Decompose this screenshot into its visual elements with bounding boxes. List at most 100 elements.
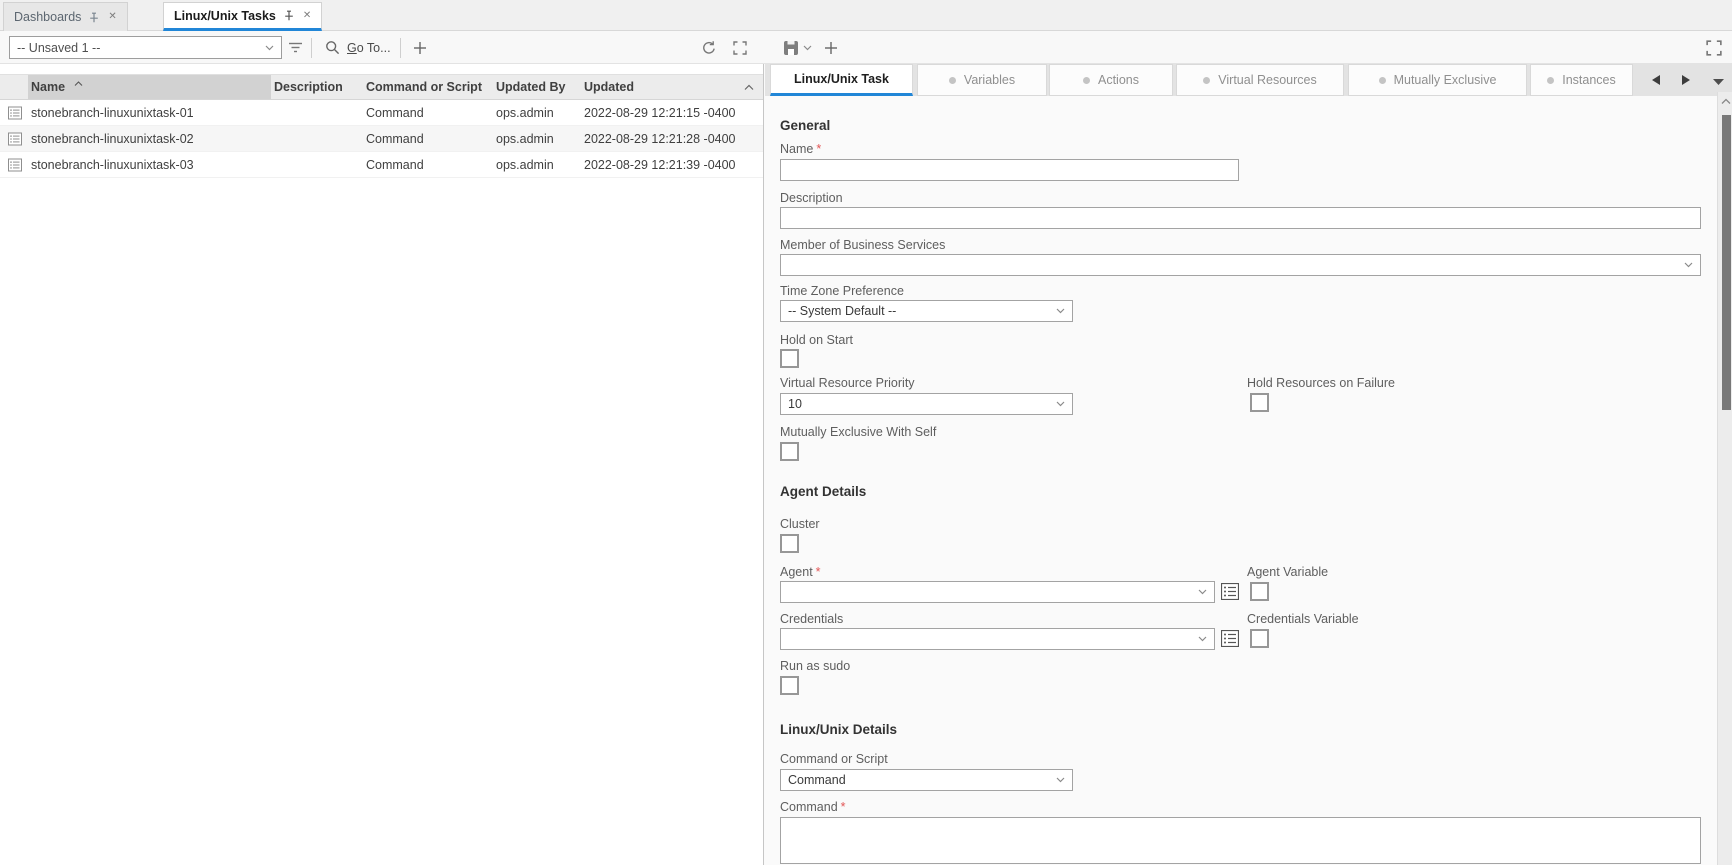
tabs-scroll-left-button[interactable] <box>1644 64 1668 96</box>
chevron-down-icon <box>1198 589 1207 595</box>
fullscreen-icon <box>733 41 747 55</box>
sort-ascending-icon <box>74 81 83 87</box>
filter-icon <box>288 42 303 53</box>
chevron-down-icon <box>1056 401 1065 407</box>
member-of-business-services-select[interactable] <box>780 254 1701 276</box>
tab-status-dot <box>1379 77 1386 84</box>
agent-variable-label: Agent Variable <box>1247 565 1328 579</box>
scroll-up-icon[interactable] <box>1721 98 1731 105</box>
member-of-business-services-label: Member of Business Services <box>780 238 945 252</box>
cell-name: stonebranch-linuxunixtask-03 <box>31 158 194 172</box>
agent-variable-checkbox[interactable] <box>1250 582 1269 601</box>
filter-button[interactable] <box>288 31 303 64</box>
agent-select[interactable] <box>780 581 1215 603</box>
tab-virtual-resources[interactable]: Virtual Resources <box>1176 64 1344 96</box>
chevron-down-icon <box>1056 308 1065 314</box>
toolbar-separator <box>311 38 312 58</box>
chevron-down-icon <box>1198 636 1207 642</box>
maximize-detail-button[interactable] <box>1706 40 1722 56</box>
run-as-sudo-checkbox[interactable] <box>780 676 799 695</box>
refresh-button[interactable] <box>701 31 717 64</box>
tab-mutually-exclusive[interactable]: Mutually Exclusive <box>1348 64 1527 96</box>
task-details-icon[interactable] <box>8 158 22 171</box>
tab-linux-unix-tasks[interactable]: Linux/Unix Tasks ✕ <box>163 2 322 31</box>
cell-name: stonebranch-linuxunixtask-01 <box>31 106 194 120</box>
command-or-script-select[interactable]: Command <box>780 769 1073 791</box>
application-window: Dashboards ✕ Linux/Unix Tasks ✕ -- Unsav… <box>0 0 1732 865</box>
column-header-command-or-script[interactable]: Command or Script <box>366 80 482 94</box>
tab-dashboards[interactable]: Dashboards ✕ <box>3 2 128 31</box>
expand-list-button[interactable] <box>733 31 747 64</box>
hold-resources-on-failure-checkbox[interactable] <box>1250 393 1269 412</box>
close-icon[interactable]: ✕ <box>108 12 116 22</box>
credentials-select[interactable] <box>780 628 1215 650</box>
window-tab-bar: Dashboards ✕ Linux/Unix Tasks ✕ <box>0 0 1732 31</box>
table-row[interactable]: stonebranch-linuxunixtask-03 Command ops… <box>0 152 763 178</box>
name-input[interactable] <box>780 159 1239 181</box>
tab-actions[interactable]: Actions <box>1049 64 1173 96</box>
collapse-header-icon[interactable] <box>744 84 754 91</box>
task-details-icon[interactable] <box>8 132 22 145</box>
table-row[interactable]: stonebranch-linuxunixtask-01 Command ops… <box>0 100 763 126</box>
tab-label: Instances <box>1562 73 1616 87</box>
column-header-updated[interactable]: Updated <box>584 80 634 94</box>
plus-icon <box>824 41 838 55</box>
close-icon[interactable]: ✕ <box>303 11 311 21</box>
time-zone-preference-label: Time Zone Preference <box>780 284 904 298</box>
cell-name: stonebranch-linuxunixtask-02 <box>31 132 194 146</box>
tab-label: Variables <box>964 73 1015 87</box>
section-general: General <box>780 118 830 133</box>
tab-variables[interactable]: Variables <box>917 64 1047 96</box>
new-record-button[interactable] <box>824 31 838 64</box>
tabs-overflow-button[interactable] <box>1706 74 1730 90</box>
time-zone-preference-select[interactable]: -- System Default -- <box>780 300 1073 322</box>
tab-linux-unix-task[interactable]: Linux/Unix Task <box>770 64 913 96</box>
task-details-icon[interactable] <box>8 106 22 119</box>
triangle-left-icon <box>1651 74 1661 86</box>
chevron-down-icon <box>1684 262 1693 268</box>
table-row[interactable]: stonebranch-linuxunixtask-02 Command ops… <box>0 126 763 152</box>
credentials-lookup-button[interactable] <box>1221 630 1239 647</box>
new-filter-button[interactable] <box>413 31 427 64</box>
column-header-description[interactable]: Description <box>274 80 343 94</box>
pin-icon[interactable] <box>89 12 99 23</box>
credentials-variable-checkbox[interactable] <box>1250 629 1269 648</box>
tabs-scroll-right-button[interactable] <box>1674 64 1698 96</box>
cell-updated: 2022-08-29 12:21:28 -0400 <box>584 132 736 146</box>
command-textarea[interactable] <box>780 817 1701 864</box>
agent-lookup-button[interactable] <box>1221 583 1239 600</box>
virtual-resource-priority-select[interactable]: 10 <box>780 393 1073 415</box>
agent-label: Agent* <box>780 565 821 579</box>
pin-icon[interactable] <box>284 10 294 21</box>
tab-instances[interactable]: Instances <box>1530 64 1633 96</box>
tab-status-dot <box>949 77 956 84</box>
task-detail-panel: Linux/Unix Task Variables Actions Virtua… <box>765 64 1732 865</box>
scrollbar-thumb[interactable] <box>1722 115 1731 410</box>
saved-filter-value: -- Unsaved 1 -- <box>17 41 100 55</box>
description-label: Description <box>780 191 843 205</box>
save-options-button[interactable] <box>803 31 812 64</box>
vertical-scrollbar[interactable] <box>1717 92 1732 865</box>
mutually-exclusive-with-self-checkbox[interactable] <box>780 442 799 461</box>
credentials-variable-label: Credentials Variable <box>1247 612 1359 626</box>
cell-command-or-script: Command <box>366 106 424 120</box>
save-icon <box>783 40 799 56</box>
go-to-button[interactable]: Go To... <box>325 31 391 64</box>
column-header-updated-by[interactable]: Updated By <box>496 80 565 94</box>
tab-label: Actions <box>1098 73 1139 87</box>
cell-updated-by: ops.admin <box>496 106 554 120</box>
column-header-name[interactable]: Name <box>31 80 65 94</box>
tab-label: Virtual Resources <box>1218 73 1316 87</box>
hold-on-start-checkbox[interactable] <box>780 349 799 368</box>
cluster-checkbox[interactable] <box>780 534 799 553</box>
triangle-right-icon <box>1681 74 1691 86</box>
cell-updated-by: ops.admin <box>496 132 554 146</box>
tab-label: Linux/Unix Task <box>794 72 889 86</box>
list-icon <box>1221 630 1239 647</box>
plus-icon <box>413 41 427 55</box>
saved-filter-select[interactable]: -- Unsaved 1 -- <box>9 36 282 59</box>
name-label: Name* <box>780 142 821 156</box>
save-button[interactable] <box>783 31 799 64</box>
description-input[interactable] <box>780 207 1701 229</box>
tab-linux-unix-tasks-label: Linux/Unix Tasks <box>174 9 276 23</box>
